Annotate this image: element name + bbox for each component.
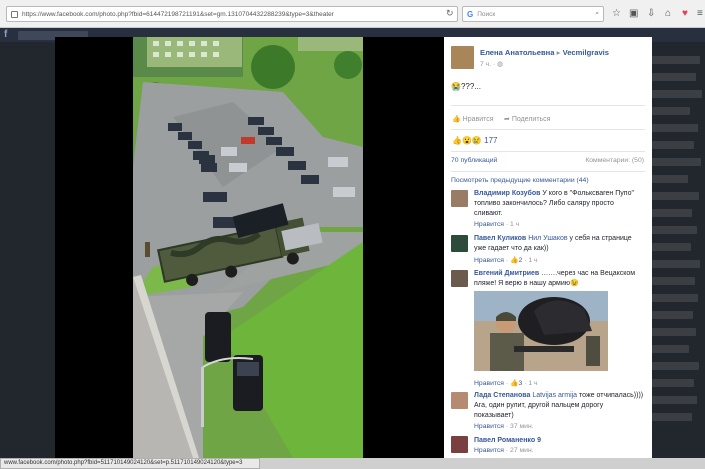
comment-body: Лада Степанова Latvijas armija тоже отчи…	[474, 391, 644, 421]
share-icon: ➦	[504, 116, 512, 123]
share-label: Поделиться	[511, 116, 551, 123]
comment-author[interactable]: Лада Степанова	[474, 392, 530, 399]
separator-dot: ·	[505, 380, 509, 387]
divider	[451, 171, 645, 172]
comment-meta: Нравится · 37 мин.	[474, 423, 534, 430]
comment-meta: Нравится · 27 мин.	[474, 447, 534, 454]
like-icon: 👍	[452, 116, 463, 123]
comment-like-link[interactable]: Нравится	[474, 380, 504, 387]
comment-like-count[interactable]: 3	[519, 380, 523, 387]
background-sidebar	[652, 56, 705, 430]
search-engine-icon: G	[467, 9, 474, 19]
post-meta: 7 ч. · ◍	[480, 60, 503, 68]
comment-text: 9	[537, 437, 541, 444]
comment-author[interactable]: Владимир Козубов	[474, 190, 540, 197]
comment-like-icon[interactable]: 👍	[510, 257, 518, 264]
address-bar[interactable]: https://www.facebook.com/photo.php?fbid=…	[6, 6, 458, 22]
comment-time[interactable]: 37 мин.	[510, 423, 534, 430]
comment-like-link[interactable]: Нравится	[474, 423, 504, 430]
comment-time[interactable]: 1 ч	[510, 221, 519, 228]
search-input[interactable]: G Поиск ⌕	[462, 6, 604, 22]
pocket-icon[interactable]: ♥	[682, 8, 688, 20]
comment-avatar[interactable]	[451, 436, 468, 453]
publications-link[interactable]: 70 публикаций	[451, 157, 497, 164]
comment-body: Павел Куликов Нил Ушаков у себя на стран…	[474, 234, 644, 254]
reactions-count: 177	[484, 136, 498, 145]
comment-body: Владимир Козубов У кого в "Фольксваген П…	[474, 189, 644, 219]
comment-body: Павел Романенко 9	[474, 436, 644, 446]
comment-author[interactable]: Павел Куликов	[474, 235, 526, 242]
post-time[interactable]: 7 ч.	[480, 61, 491, 68]
browser-toolbar: https://www.facebook.com/photo.php?fbid=…	[0, 0, 705, 28]
post-author[interactable]: Елена Анатольевна	[480, 48, 555, 57]
post-group[interactable]: Vecmilgravis	[563, 48, 609, 57]
separator-dot: ·	[505, 257, 509, 264]
lock-icon	[11, 10, 18, 18]
comment-author[interactable]: Евгений Дмитриев	[474, 270, 539, 277]
comment-author[interactable]: Павел Романенко	[474, 437, 535, 444]
post-header: Елена Анатольевна ▸ Vecmilgravis	[480, 48, 609, 57]
search-icon[interactable]: ⌕	[595, 10, 599, 18]
reactions-row[interactable]: 👍😮😢 177	[452, 136, 497, 145]
separator-dot: ·	[505, 423, 509, 430]
arrow-icon: ▸	[556, 48, 561, 57]
facebook-logo: f	[4, 29, 8, 40]
separator-dot: ·	[505, 447, 509, 454]
like-button[interactable]: 👍 Нравится	[452, 115, 494, 123]
globe-icon: ◍	[497, 61, 504, 68]
like-label: Нравится	[462, 116, 494, 123]
divider	[451, 105, 645, 106]
comment-like-count[interactable]: 2	[519, 257, 523, 264]
comment-meta: Нравится · 1 ч	[474, 221, 519, 228]
separator-dot: ·	[524, 257, 527, 264]
comment-avatar[interactable]	[451, 190, 468, 207]
clipboard-icon[interactable]: ▣	[629, 8, 638, 20]
divider	[451, 151, 645, 152]
author-avatar[interactable]	[451, 46, 474, 69]
status-bar: www.facebook.com/photo.php?fbid=51171014…	[0, 458, 260, 469]
post-panel: Елена Анатольевна ▸ Vecmilgravis 7 ч. · …	[444, 37, 652, 458]
prev-comments-link[interactable]: Посмотреть предыдущие комментарии (44)	[451, 177, 589, 184]
comment-mention[interactable]: Нил Ушаков	[528, 235, 567, 242]
separator-dot: ·	[524, 380, 527, 387]
comment-time[interactable]: 1 ч	[528, 380, 537, 387]
star-icon[interactable]: ☆	[612, 8, 621, 20]
separator-dot: ·	[505, 221, 509, 228]
search-placeholder: Поиск	[477, 10, 496, 18]
comment-meta: Нравится · 👍2 · 1 ч	[474, 256, 538, 264]
comment-like-link[interactable]: Нравится	[474, 221, 504, 228]
reaction-icons: 👍😮😢	[452, 136, 482, 145]
photo-image[interactable]	[133, 37, 363, 458]
comment-body: Евгений Дмитриев …….через час на Вецакск…	[474, 269, 644, 289]
divider	[451, 129, 645, 130]
comment-image[interactable]	[474, 291, 608, 371]
comment-avatar[interactable]	[451, 235, 468, 252]
download-icon[interactable]: ⇩	[647, 8, 655, 20]
menu-icon[interactable]: ≡	[697, 8, 703, 20]
comment-mention[interactable]: Latvijas armija	[532, 392, 577, 399]
separator-dot: ·	[493, 61, 496, 68]
post-text: 😭???...	[451, 82, 481, 91]
share-button[interactable]: ➦ Поделиться	[504, 115, 550, 123]
url-text: https://www.facebook.com/photo.php?fbid=…	[22, 10, 334, 18]
comment-avatar[interactable]	[451, 392, 468, 409]
comment-time[interactable]: 1 ч	[528, 257, 537, 264]
home-icon[interactable]: ⌂	[665, 8, 671, 20]
comment-meta: Нравится · 👍3 · 1 ч	[474, 379, 538, 387]
comment-like-link[interactable]: Нравится	[474, 447, 504, 454]
comment-like-link[interactable]: Нравится	[474, 257, 504, 264]
comment-avatar[interactable]	[451, 270, 468, 287]
comment-like-icon[interactable]: 👍	[510, 380, 518, 387]
comment-time[interactable]: 27 мин.	[510, 447, 534, 454]
comments-count: Комментарии: (50)	[585, 157, 644, 164]
reload-icon[interactable]: ↻	[446, 8, 454, 19]
